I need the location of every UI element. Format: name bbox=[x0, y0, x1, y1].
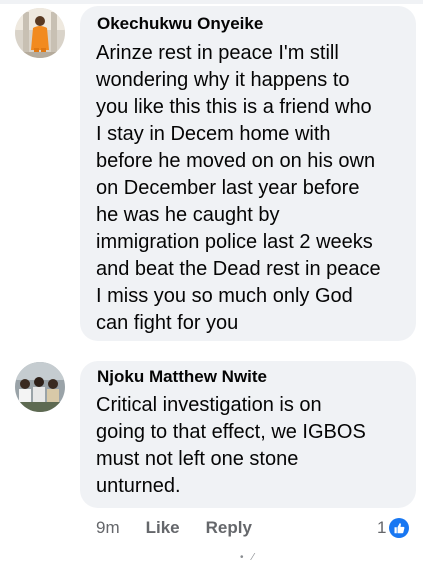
comment-text: Arinze rest in peace I'm still wondering… bbox=[96, 42, 381, 334]
comment-bubble: Njoku Matthew Nwite Critical investigati… bbox=[80, 361, 416, 508]
avatar[interactable] bbox=[15, 8, 65, 58]
comment-author[interactable]: Njoku Matthew Nwite bbox=[97, 367, 267, 387]
reaction-count: 1 bbox=[377, 518, 387, 537]
avatar[interactable] bbox=[15, 362, 65, 412]
comment-bubble: Okechukwu Onyeike Arinze rest in peace I… bbox=[80, 6, 416, 341]
thumbs-up-icon bbox=[389, 518, 410, 538]
like-button[interactable]: Like bbox=[146, 518, 180, 538]
comment-actions: 9m Like Reply bbox=[96, 514, 252, 542]
typing-indicator: • ⁄ bbox=[240, 552, 257, 563]
comment-timestamp[interactable]: 9m bbox=[96, 518, 120, 538]
comment-text: Critical investigation is on going to th… bbox=[96, 394, 366, 497]
profile-photo-orange-outfit-avatar bbox=[15, 8, 65, 58]
profile-photo-group-avatar bbox=[15, 362, 65, 412]
comment-author[interactable]: Okechukwu Onyeike bbox=[97, 14, 263, 34]
reply-button[interactable]: Reply bbox=[206, 518, 252, 538]
reaction-summary[interactable]: 1 bbox=[377, 514, 410, 542]
top-divider bbox=[0, 0, 423, 4]
